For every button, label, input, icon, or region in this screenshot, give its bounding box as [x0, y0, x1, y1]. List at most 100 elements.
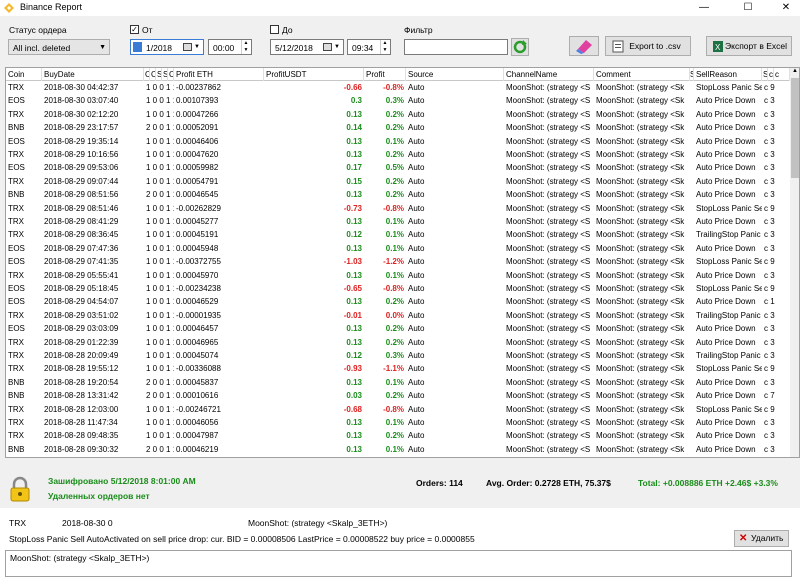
filter-input[interactable]: [404, 39, 508, 55]
cell-coin: TRX: [8, 351, 24, 360]
table-row[interactable]: TRX 2018-08-28 20:09:49 1 0 0 1 1 0 00.000…: [6, 349, 790, 362]
cell-chan: MoonShot: (strategy <S: [506, 391, 591, 401]
delete-button[interactable]: ✕ Удалить: [734, 530, 789, 547]
table-row[interactable]: BNB 2018-08-28 09:30:32 2 0 0 1 1 0 00.000…: [6, 443, 790, 456]
cell-comm: MoonShot: (strategy <Sk: [596, 377, 685, 387]
clear-filter-button[interactable]: [569, 36, 599, 56]
cell-pre: 2 0 0 1 1 0 0: [146, 391, 174, 401]
maximize-button[interactable]: ☐: [728, 0, 768, 16]
cell-date: 2018-08-29 08:51:46: [44, 203, 119, 213]
cell-eth: 0.00045074: [176, 351, 219, 360]
cell-date: 2018-08-30 02:12:20: [44, 109, 119, 119]
cell-src: Auto: [408, 203, 425, 213]
cell-reason: Auto Price Down: [696, 418, 756, 427]
vertical-scrollbar[interactable]: ▲: [790, 68, 799, 457]
cell-pre: 1 0 0 1 1 0 0: [146, 364, 174, 374]
cell-comm: MoonShot: (strategy <Sk: [596, 270, 685, 280]
table-row[interactable]: EOS 2018-08-29 05:18:45 1 0 0 1 1 0 0-0.00…: [6, 282, 790, 295]
table-row[interactable]: TRX 2018-08-29 10:16:56 1 0 0 1 1 0 00.000…: [6, 148, 790, 161]
cell-pct: 0.1%: [385, 444, 404, 454]
table-row[interactable]: TRX 2018-08-30 02:12:20 1 0 0 1 1 0 00.000…: [6, 108, 790, 121]
calendar-icon[interactable]: [323, 43, 332, 51]
cell-tail: c 9: [764, 404, 775, 414]
table-row[interactable]: EOS 2018-08-29 19:35:14 1 0 0 1 1 0 00.000…: [6, 135, 790, 148]
column-header[interactable]: c: [774, 68, 790, 81]
cell-eth: -0.00237862: [176, 83, 221, 92]
cell-date: 2018-08-29 09:07:44: [44, 176, 119, 186]
column-header[interactable]: Coin: [6, 68, 42, 81]
cell-usdt: 0.13: [346, 324, 362, 334]
column-header[interactable]: ChannelName: [504, 68, 594, 81]
from-time-field[interactable]: 00:00 ▲ ▼: [208, 39, 252, 55]
memo-text: MoonShot: (strategy <Skalp_3ETH>): [10, 553, 150, 563]
cell-coin: TRX: [8, 150, 24, 159]
table-row[interactable]: TRX 2018-08-29 08:36:45 1 0 0 1 1 0 00.000…: [6, 228, 790, 241]
table-row[interactable]: EOS 2018-08-29 04:54:07 1 0 0 1 1 0 00.000…: [6, 295, 790, 308]
detail-date: 2018-08-30 0: [62, 518, 113, 528]
column-header[interactable]: Comment: [594, 68, 690, 81]
cell-eth: 0.00107393: [176, 96, 219, 106]
from-checkbox[interactable]: ✓: [130, 25, 139, 34]
title-bar: Binance Report — ☐ ✕: [0, 0, 800, 16]
cell-usdt: 0.12: [346, 351, 362, 360]
comment-memo[interactable]: MoonShot: (strategy <Skalp_3ETH>): [5, 550, 792, 577]
column-header[interactable]: Source: [406, 68, 504, 81]
table-row[interactable]: TRX 2018-08-28 12:03:00 1 0 0 1 1 0 0-0.00…: [6, 403, 790, 416]
cell-chan: MoonShot: (strategy <S: [506, 109, 591, 119]
status-value: All incl. deleted: [13, 43, 71, 53]
cell-tail: c 3: [764, 377, 775, 387]
export-csv-button[interactable]: Export to .csv: [605, 36, 691, 56]
cell-comm: MoonShot: (strategy <Sk: [596, 136, 685, 146]
table-row[interactable]: TRX 2018-08-28 09:48:35 1 0 0 1 1 0 00.000…: [6, 429, 790, 442]
table-row[interactable]: TRX 2018-08-29 08:51:46 1 0 0 1 1 0 0-0.00…: [6, 202, 790, 215]
to-time-field[interactable]: 09:34 ▲ ▼: [347, 39, 391, 55]
cell-coin: TRX: [8, 364, 24, 374]
table-row[interactable]: EOS 2018-08-29 03:03:09 1 0 0 1 1 0 00.000…: [6, 322, 790, 335]
scroll-up-icon[interactable]: ▲: [792, 68, 798, 74]
cell-chan: MoonShot: (strategy <S: [506, 324, 591, 334]
table-row[interactable]: BNB 2018-08-29 23:17:57 2 0 0 1 1 0 00.000…: [6, 121, 790, 134]
column-header[interactable]: Profit ETH: [174, 68, 264, 81]
column-header[interactable]: ProfitUSDT: [264, 68, 364, 81]
chevron-down-icon: ▼: [194, 44, 200, 50]
cell-coin: EOS: [8, 324, 25, 334]
cell-date: 2018-08-29 01:22:39: [44, 337, 119, 347]
spinner-icon[interactable]: ▲ ▼: [241, 40, 250, 54]
table-row[interactable]: BNB 2018-08-28 13:31:42 2 0 0 1 1 0 00.000…: [6, 389, 790, 402]
table-row[interactable]: TRX 2018-08-29 08:41:29 1 0 0 1 1 0 00.000…: [6, 215, 790, 228]
cell-chan: MoonShot: (strategy <S: [506, 257, 591, 267]
table-row[interactable]: TRX 2018-08-28 19:55:12 1 0 0 1 1 0 0-0.00…: [6, 362, 790, 375]
column-header[interactable]: Profit: [364, 68, 406, 81]
to-date-picker[interactable]: 5/12/2018 ▼: [270, 39, 344, 55]
close-button[interactable]: ✕: [766, 0, 800, 16]
spinner-icon[interactable]: ▲ ▼: [380, 40, 389, 54]
table-row[interactable]: EOS 2018-08-29 09:53:06 1 0 0 1 1 0 00.000…: [6, 161, 790, 174]
table-row[interactable]: TRX 2018-08-28 11:47:34 1 0 0 1 1 0 00.000…: [6, 416, 790, 429]
table-row[interactable]: EOS 2018-08-30 03:07:40 1 0 0 1 1 0 00.001…: [6, 94, 790, 107]
column-header[interactable]: BuyDate: [42, 68, 144, 81]
table-row[interactable]: TRX 2018-08-30 04:42:37 1 0 0 1 1 0 0-0.00…: [6, 81, 790, 94]
table-row[interactable]: BNB 2018-08-29 08:51:56 2 0 0 1 1 0 00.000…: [6, 188, 790, 201]
table-row[interactable]: TRX 2018-08-29 01:22:39 1 0 0 1 1 0 00.000…: [6, 336, 790, 349]
cell-pre: 1 0 0 1 1 0 0: [146, 163, 174, 173]
orders-grid[interactable]: Coin BuyDate C C S S C Profit ETH Profit…: [5, 67, 800, 458]
table-row[interactable]: EOS 2018-08-29 07:47:36 1 0 0 1 1 0 00.000…: [6, 242, 790, 255]
table-row[interactable]: TRX 2018-08-29 05:55:41 1 0 0 1 1 0 00.000…: [6, 269, 790, 282]
calendar-icon[interactable]: [183, 43, 192, 51]
table-row[interactable]: EOS 2018-08-29 07:41:35 1 0 0 1 1 0 0-0.00…: [6, 255, 790, 268]
cell-comm: MoonShot: (strategy <Sk: [596, 391, 685, 401]
minimize-button[interactable]: —: [684, 0, 724, 16]
table-row[interactable]: TRX 2018-08-29 09:07:44 1 0 0 1 1 0 00.000…: [6, 175, 790, 188]
export-excel-button[interactable]: X Экспорт в Excel: [706, 36, 792, 56]
to-checkbox[interactable]: [270, 25, 279, 34]
table-row[interactable]: TRX 2018-08-29 03:51:02 1 0 0 1 1 0 0-0.00…: [6, 309, 790, 322]
cell-coin: TRX: [8, 310, 24, 320]
scroll-thumb[interactable]: [791, 78, 799, 178]
cell-chan: MoonShot: (strategy <S: [506, 270, 591, 280]
status-select[interactable]: All incl. deleted ▼: [8, 39, 110, 55]
from-date-picker[interactable]: 1/2018 ▼: [130, 39, 204, 55]
column-header[interactable]: SellReason: [694, 68, 762, 81]
detail-channel: MoonShot: (strategy <Skalp_3ETH>): [248, 518, 388, 528]
apply-filter-button[interactable]: [511, 38, 529, 56]
table-row[interactable]: BNB 2018-08-28 19:20:54 2 0 0 1 1 0 00.000…: [6, 376, 790, 389]
